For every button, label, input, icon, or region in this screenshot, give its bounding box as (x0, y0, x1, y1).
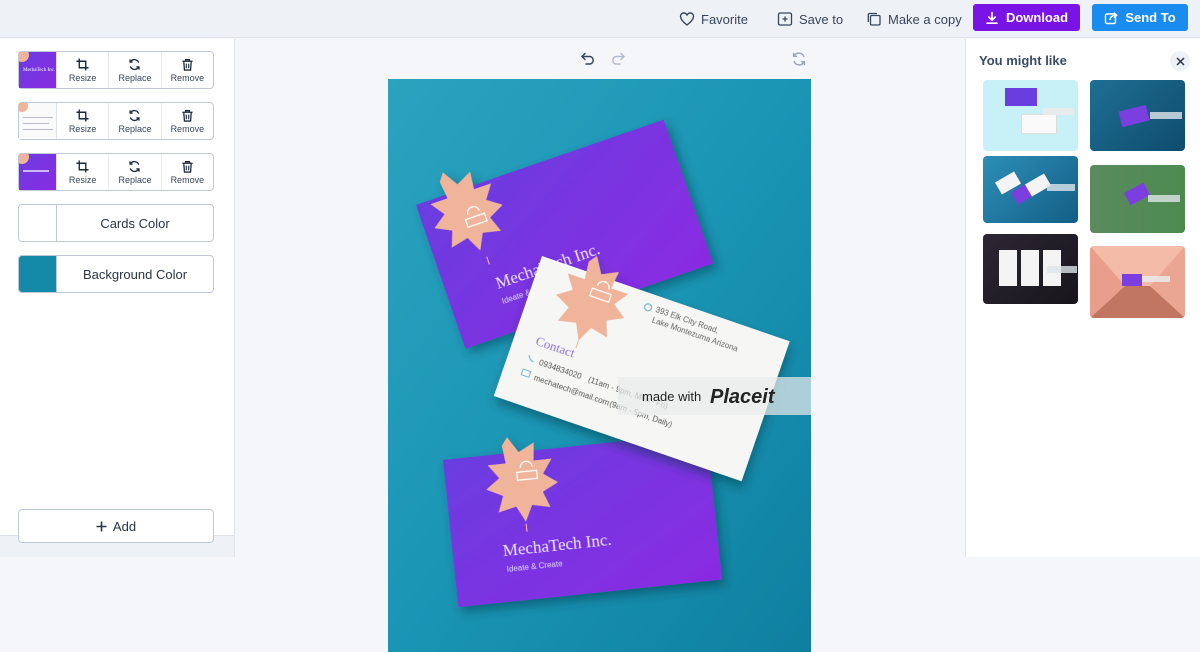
image-thumbnail[interactable] (19, 103, 57, 139)
heart-icon (679, 12, 695, 26)
crop-icon (76, 57, 89, 71)
image-row-purple-card-2: Resize Replace Remove (18, 153, 214, 191)
cards-color-label: Cards Color (100, 215, 170, 231)
watermark-text: made with (642, 389, 701, 404)
close-icon (1175, 56, 1185, 66)
remove-label: Remove (170, 174, 205, 185)
redo-icon[interactable] (610, 50, 626, 66)
suggestion-template-6[interactable] (1090, 246, 1185, 318)
remove-button[interactable]: Remove (162, 154, 213, 190)
thumb-text: MechaTech Inc. (23, 68, 56, 73)
cards-color-swatch[interactable] (19, 205, 57, 241)
background-color-swatch[interactable] (19, 256, 57, 292)
plus-icon (96, 521, 107, 531)
trash-icon (182, 109, 193, 122)
remove-label: Remove (170, 72, 205, 83)
folder-plus-icon (777, 12, 793, 26)
suggestions-panel: You might like (965, 39, 1200, 557)
mockup-preview[interactable]: MechaTech Inc. Ideate & Create MechaTech… (388, 79, 811, 652)
suggestion-template-2[interactable] (1090, 80, 1185, 151)
suggestions-title: You might like (979, 53, 1067, 68)
replace-icon (129, 58, 141, 70)
history-controls (580, 50, 626, 66)
remove-label: Remove (170, 123, 205, 134)
refresh-icon[interactable] (791, 51, 807, 67)
add-button[interactable]: Add (18, 509, 214, 543)
remove-button[interactable]: Remove (162, 103, 213, 139)
replace-button[interactable]: Replace (109, 103, 162, 139)
add-label: Add (112, 518, 137, 534)
background-color-label: Background Color (82, 266, 188, 282)
resize-label: Resize (68, 123, 97, 134)
favorite-label: Favorite (701, 11, 748, 27)
top-toolbar: Favorite Save to Make a copy Download Se… (0, 0, 1200, 38)
save-to-label: Save to (799, 11, 844, 27)
left-edit-panel: MechaTech Inc. Resize Replace Remove Res… (0, 39, 235, 557)
resize-label: Resize (68, 174, 97, 185)
watermark-brand: Placeit (710, 386, 776, 408)
replace-button[interactable]: Replace (109, 52, 162, 88)
image-thumbnail[interactable]: MechaTech Inc. (19, 52, 57, 88)
suggestion-template-3[interactable] (983, 156, 1078, 223)
suggestion-template-5[interactable] (983, 234, 1078, 304)
resize-label: Resize (68, 72, 97, 83)
mockup-canvas: MechaTech Inc. Ideate & Create MechaTech… (388, 79, 811, 652)
background-color-picker[interactable]: Background Color (18, 255, 214, 293)
send-to-label: Send To (1125, 10, 1176, 25)
image-thumbnail[interactable] (19, 154, 57, 190)
resize-button[interactable]: Resize (57, 52, 110, 88)
replace-button[interactable]: Replace (109, 154, 162, 190)
replace-label: Replace (118, 174, 152, 185)
crop-icon (76, 159, 89, 173)
share-icon (1105, 11, 1119, 24)
resize-button[interactable]: Resize (57, 103, 110, 139)
download-button[interactable]: Download (973, 4, 1080, 31)
image-row-purple-card: MechaTech Inc. Resize Replace Remove (18, 51, 214, 89)
suggestion-template-1[interactable] (983, 80, 1078, 151)
remove-button[interactable]: Remove (162, 52, 213, 88)
download-label: Download (1005, 10, 1069, 25)
replace-label: Replace (118, 72, 152, 83)
download-icon (986, 11, 998, 24)
make-copy-label: Make a copy (888, 11, 962, 27)
close-suggestions-button[interactable] (1170, 51, 1190, 71)
undo-icon[interactable] (580, 50, 596, 66)
copy-icon (867, 12, 881, 26)
send-to-button[interactable]: Send To (1092, 4, 1188, 31)
cards-color-picker[interactable]: Cards Color (18, 204, 214, 242)
make-copy-button[interactable]: Make a copy (866, 9, 962, 29)
trash-icon (182, 160, 193, 173)
resize-button[interactable]: Resize (57, 154, 110, 190)
replace-icon (129, 160, 141, 172)
suggestion-template-4[interactable] (1090, 165, 1185, 233)
replace-icon (129, 109, 141, 121)
replace-label: Replace (118, 123, 152, 134)
trash-icon (182, 58, 193, 71)
save-to-button[interactable]: Save to (777, 9, 843, 29)
crop-icon (76, 108, 89, 122)
image-row-white-card: Resize Replace Remove (18, 102, 214, 140)
favorite-button[interactable]: Favorite (679, 9, 748, 29)
